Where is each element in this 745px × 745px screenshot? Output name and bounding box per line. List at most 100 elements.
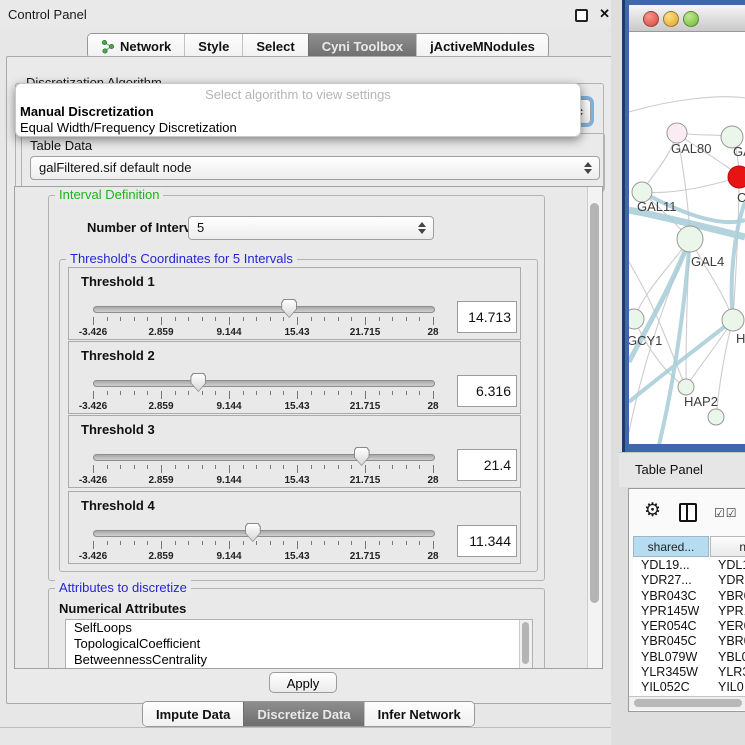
column-header-name[interactable]: na bbox=[710, 536, 745, 557]
table-cell[interactable]: YBR043C bbox=[633, 589, 716, 604]
tab-select[interactable]: Select bbox=[242, 34, 307, 58]
slider-thumb[interactable] bbox=[354, 447, 370, 466]
tab-cyni-toolbox[interactable]: Cyni Toolbox bbox=[308, 34, 416, 58]
close-traffic-light[interactable] bbox=[643, 11, 659, 27]
slider-track[interactable] bbox=[93, 306, 435, 313]
slider-tick bbox=[297, 465, 298, 473]
slider-tick bbox=[392, 465, 393, 469]
table-cell[interactable]: YBR0 bbox=[716, 634, 745, 649]
slider-tick bbox=[107, 541, 108, 545]
threshold-panel-2: Threshold 2 -3.4262.8599.14415.4321.7152… bbox=[68, 341, 521, 414]
threshold-value-field[interactable]: 11.344 bbox=[457, 525, 517, 557]
dropdown-item-manual-discretization[interactable]: Manual Discretization bbox=[16, 104, 580, 120]
combo-value: galFiltered.sif default node bbox=[39, 160, 191, 175]
apply-button[interactable]: Apply bbox=[269, 672, 337, 693]
tab-network[interactable]: Network bbox=[88, 34, 184, 58]
table-cell[interactable]: YDR27... bbox=[633, 573, 716, 588]
slider-thumb[interactable] bbox=[281, 299, 297, 318]
table-cell[interactable]: YPR1 bbox=[716, 604, 745, 619]
table-cell[interactable]: YER054C bbox=[633, 619, 716, 634]
slider-tick bbox=[324, 317, 325, 321]
scrollbar-thumb[interactable] bbox=[634, 699, 742, 707]
slider-tick bbox=[311, 541, 312, 545]
table-cell[interactable]: YDL1 bbox=[716, 558, 745, 573]
list-scrollbar-thumb[interactable] bbox=[522, 622, 529, 664]
table-row[interactable]: YPR145WYPR1 bbox=[633, 604, 745, 619]
slider-thumb[interactable] bbox=[190, 373, 206, 392]
attribute-list-item[interactable]: SelfLoops bbox=[66, 620, 532, 636]
number-of-intervals-combobox[interactable]: 5 bbox=[188, 216, 434, 240]
threshold-value-field[interactable]: 14.713 bbox=[457, 301, 517, 333]
table-cell[interactable]: YDL19... bbox=[633, 558, 716, 573]
table-cell[interactable]: YPR145W bbox=[633, 604, 716, 619]
threshold-value-field[interactable]: 6.316 bbox=[457, 375, 517, 407]
table-row[interactable]: YDL19...YDL1 bbox=[633, 558, 745, 573]
dropdown-item-equal-width-frequency[interactable]: Equal Width/Frequency Discretization bbox=[16, 120, 580, 136]
slider-thumb[interactable] bbox=[245, 523, 261, 542]
dropdown-placeholder-item[interactable]: Select algorithm to view settings bbox=[16, 87, 580, 104]
threshold-slider[interactable]: -3.4262.8599.14415.4321.71528 bbox=[93, 526, 433, 562]
threshold-slider[interactable]: -3.4262.8599.14415.4321.71528 bbox=[93, 376, 433, 412]
list-scrollbar[interactable] bbox=[519, 620, 532, 669]
table-cell[interactable]: YBL0 bbox=[716, 650, 745, 665]
table-cell[interactable]: YIL052C bbox=[633, 680, 716, 695]
minimize-traffic-light[interactable] bbox=[663, 11, 679, 27]
table-row[interactable]: YDR27...YDR2 bbox=[633, 573, 745, 588]
vertical-scrollbar[interactable] bbox=[587, 187, 602, 668]
table-row[interactable]: YBL079WYBL0 bbox=[633, 650, 745, 665]
threshold-panel-3: Threshold 3 -3.4262.8599.14415.4321.7152… bbox=[68, 415, 521, 488]
table-cell[interactable]: YIL0 bbox=[716, 680, 745, 695]
node-hap2[interactable] bbox=[678, 379, 694, 395]
node-gcy1[interactable] bbox=[629, 309, 644, 329]
tab-jactivemnodules[interactable]: jActiveMNodules bbox=[416, 34, 548, 58]
tab-infer-network[interactable]: Infer Network bbox=[364, 702, 474, 726]
node-gal4[interactable] bbox=[677, 226, 703, 252]
select-columns-icon[interactable]: ☑☑ bbox=[714, 506, 738, 520]
horizontal-scrollbar[interactable] bbox=[629, 696, 745, 710]
threshold-value-field[interactable]: 21.4 bbox=[457, 449, 517, 481]
network-canvas[interactable]: GAL80GACGAL11GAL4GCY1HHAP2 bbox=[629, 32, 745, 444]
network-window-titlebar[interactable] bbox=[629, 5, 745, 32]
node-h[interactable] bbox=[722, 309, 744, 331]
node-selected-red[interactable] bbox=[728, 166, 745, 188]
slider-track[interactable] bbox=[93, 454, 435, 461]
group-title: Attributes to discretize bbox=[55, 580, 191, 595]
gear-icon[interactable]: ⚙ bbox=[644, 499, 661, 522]
zoom-traffic-light[interactable] bbox=[683, 11, 699, 27]
table-cell[interactable]: YLR3 bbox=[716, 665, 745, 680]
table-cell[interactable]: YER0 bbox=[716, 619, 745, 634]
close-icon[interactable]: ✕ bbox=[599, 6, 610, 22]
attribute-list-item[interactable]: BetweennessCentrality bbox=[66, 652, 532, 668]
tab-discretize-data[interactable]: Discretize Data bbox=[243, 702, 363, 726]
table-row[interactable]: YBR043CYBR0 bbox=[633, 589, 745, 604]
network-icon bbox=[101, 39, 115, 54]
scrollbar-thumb[interactable] bbox=[590, 203, 599, 603]
node-gal80[interactable] bbox=[667, 123, 687, 143]
tab-style[interactable]: Style bbox=[184, 34, 242, 58]
table-cell[interactable]: YBL079W bbox=[633, 650, 716, 665]
numerical-attributes-list: SelfLoopsTopologicalCoefficientBetweenne… bbox=[65, 619, 533, 669]
columns-icon[interactable] bbox=[679, 503, 697, 522]
table-row[interactable]: YER054CYER0 bbox=[633, 619, 745, 634]
attribute-list-item[interactable]: TopologicalCoefficient bbox=[66, 636, 532, 652]
threshold-slider[interactable]: -3.4262.8599.14415.4321.71528 bbox=[93, 450, 433, 486]
tab-impute-data[interactable]: Impute Data bbox=[143, 702, 243, 726]
node-bottom[interactable] bbox=[708, 409, 724, 425]
threshold-slider[interactable]: -3.4262.8599.14415.4321.71528 bbox=[93, 302, 433, 338]
slider-tick bbox=[351, 317, 352, 321]
slider-track[interactable] bbox=[93, 380, 435, 387]
column-header-shared-name[interactable]: shared... bbox=[633, 536, 709, 557]
slider-tick bbox=[215, 541, 216, 545]
table-row[interactable]: YBR045CYBR0 bbox=[633, 634, 745, 649]
table-cell[interactable]: YBR045C bbox=[633, 634, 716, 649]
table-row[interactable]: YIL052CYIL0 bbox=[633, 680, 745, 695]
group-title: Interval Definition bbox=[55, 187, 163, 202]
table-data-combobox[interactable]: galFiltered.sif default node bbox=[30, 156, 600, 180]
slider-track[interactable] bbox=[93, 530, 435, 537]
table-toolbar: ⚙ ☑☑ bbox=[629, 489, 745, 535]
table-row[interactable]: YLR345WYLR3 bbox=[633, 665, 745, 680]
table-cell[interactable]: YLR345W bbox=[633, 665, 716, 680]
table-cell[interactable]: YBR0 bbox=[716, 589, 745, 604]
table-cell[interactable]: YDR2 bbox=[716, 573, 745, 588]
float-window-icon[interactable] bbox=[575, 9, 588, 22]
